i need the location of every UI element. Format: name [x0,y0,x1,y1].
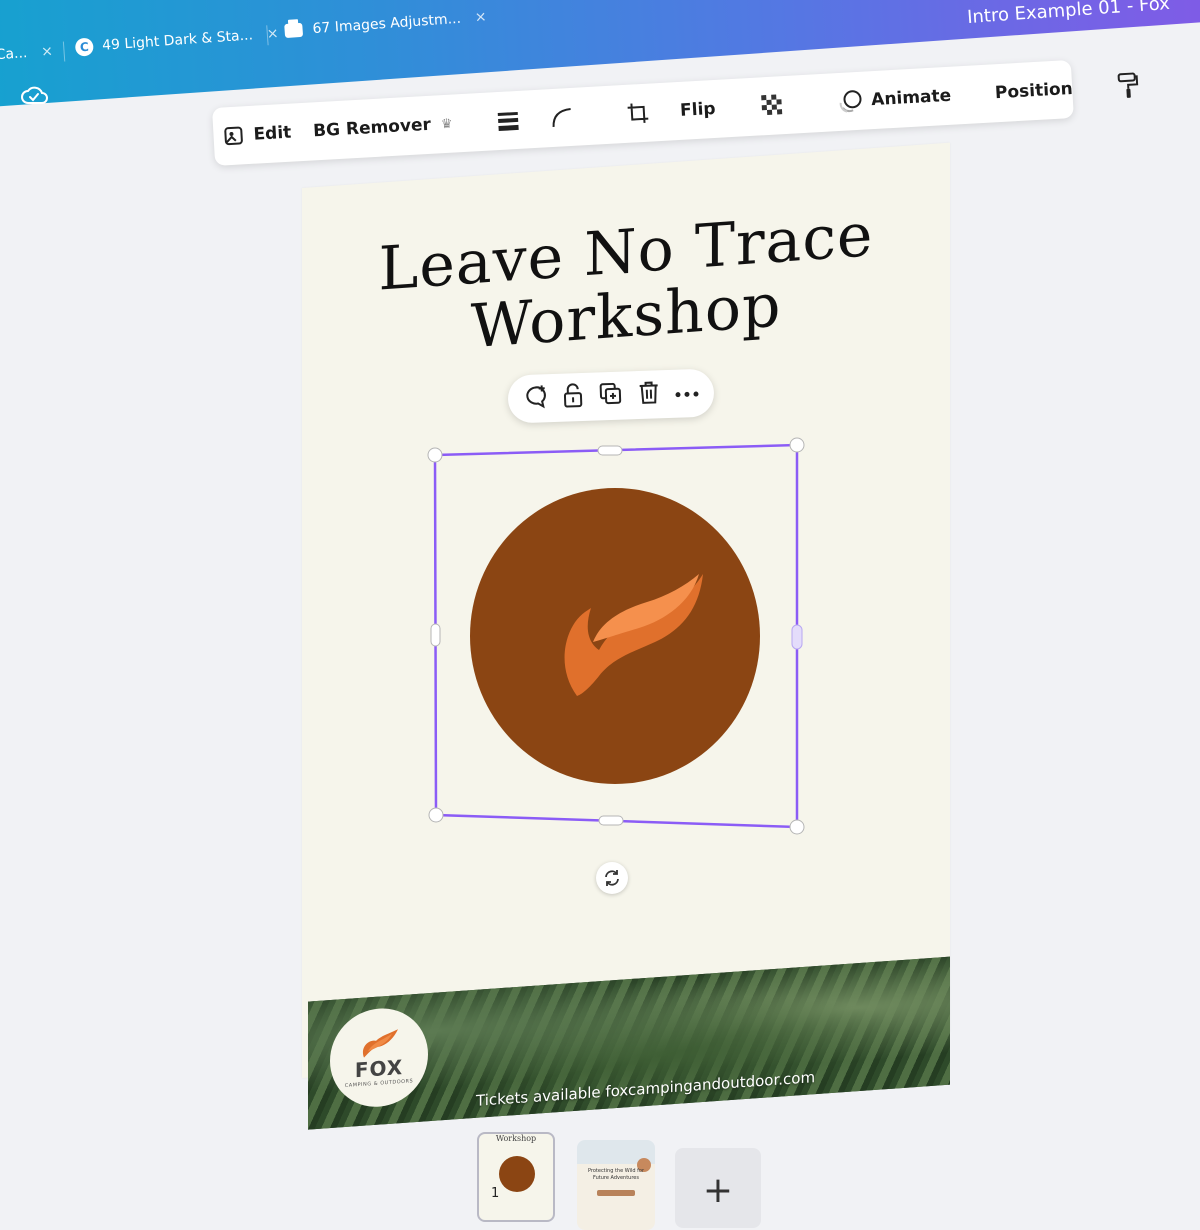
element-context-menu [507,368,715,424]
more-options-icon[interactable] [673,383,700,403]
thumbnail-caption: Protecting the Wild for Future Adventure… [587,1168,645,1181]
rotate-handle[interactable] [596,862,628,894]
resize-handle-bottom [598,815,624,826]
resize-handle-top-right [789,437,805,453]
page-number: 1 [491,1186,500,1201]
resize-handle-top-left [427,447,443,463]
rotate-icon [605,870,619,886]
thumbnail-bar [597,1190,635,1196]
resize-handle-bottom-right [789,819,805,835]
page-thumbnail-2[interactable]: Protecting the Wild for Future Adventure… [577,1140,655,1230]
lock-icon[interactable] [561,382,586,413]
add-comment-icon[interactable] [522,383,549,414]
resize-handle-right [791,624,803,650]
selection-frame [427,437,805,835]
trash-icon[interactable] [636,379,661,410]
resize-handle-top [597,445,623,456]
resize-handle-left [430,623,441,647]
resize-handle-bottom-left [428,807,444,823]
page-thumbnail-1[interactable]: Workshop 1 [477,1132,555,1222]
thumbnail-caption: Workshop [495,1134,537,1143]
add-page-button[interactable]: + [675,1148,761,1228]
duplicate-icon[interactable] [597,381,624,412]
thumbnail-emblem [499,1156,535,1192]
